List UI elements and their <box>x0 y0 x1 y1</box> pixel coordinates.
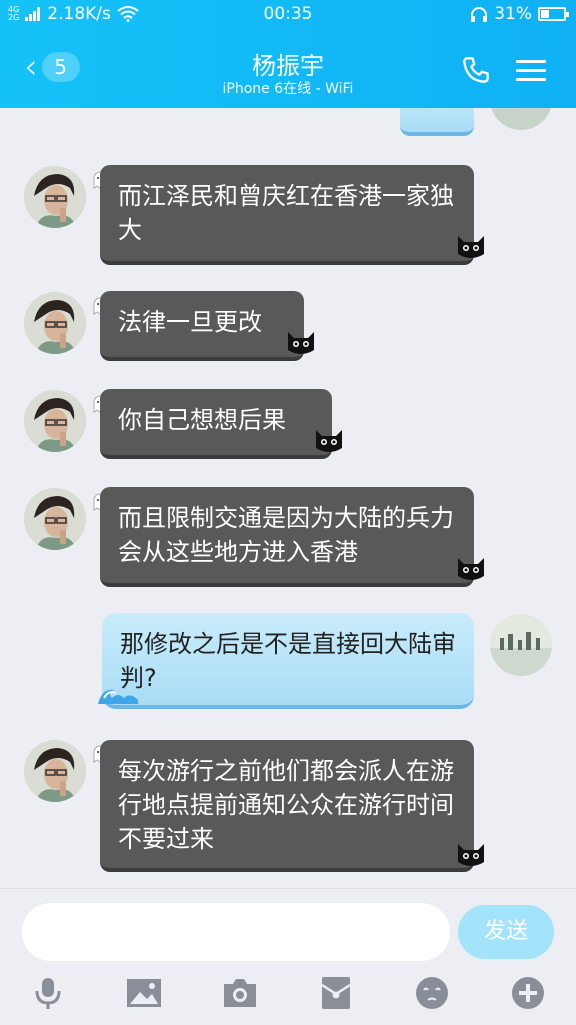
contact-avatar[interactable] <box>24 292 86 354</box>
message-list: 而江泽民和曾庆红在香港一家独大 法律一旦更改 你自己想想后果 而且限制交通是因为… <box>0 108 576 888</box>
camera-icon[interactable] <box>222 975 258 1011</box>
emoji-icon[interactable] <box>414 975 450 1011</box>
contact-avatar[interactable] <box>24 390 86 452</box>
contact-avatar[interactable] <box>24 488 86 550</box>
message-bubble-other[interactable]: 法律一旦更改 <box>100 291 304 361</box>
cat-decoration-icon <box>288 332 314 354</box>
cat-decoration-icon <box>458 558 484 580</box>
message-bubble-other[interactable]: 你自己想想后果 <box>100 389 332 459</box>
message-bubble-other[interactable]: 而且限制交通是因为大陆的兵力会从这些地方进入香港 <box>100 487 474 587</box>
toolbar <box>0 971 576 1017</box>
message-bubble-mine[interactable]: 那修改之后是不是直接回大陆审判? <box>102 613 474 709</box>
message-bubble-other[interactable]: 而江泽民和曾庆红在香港一家独大 <box>100 165 474 265</box>
input-bar: 发送 <box>0 888 576 1025</box>
message-input[interactable] <box>22 903 450 961</box>
wave-decoration-icon <box>98 689 138 704</box>
mic-icon[interactable] <box>30 975 66 1011</box>
message-bubble-other[interactable]: 每次游行之前他们都会派人在游行地点提前通知公众在游行时间不要过来 <box>100 740 474 872</box>
cat-decoration-icon <box>458 844 484 866</box>
headphones-icon <box>471 7 488 22</box>
send-button[interactable]: 发送 <box>458 905 554 959</box>
red-packet-icon[interactable] <box>318 975 354 1011</box>
plus-icon[interactable] <box>510 975 546 1011</box>
my-avatar[interactable] <box>490 108 552 130</box>
menu-button[interactable] <box>516 54 546 84</box>
status-bar: 4G 2G 2.18K/s 00:35 31% <box>0 0 576 30</box>
partial-my-bubble <box>400 108 474 136</box>
cat-decoration-icon <box>316 430 342 452</box>
contact-avatar[interactable] <box>24 740 86 802</box>
my-avatar[interactable] <box>490 614 552 676</box>
image-icon[interactable] <box>126 975 162 1011</box>
cat-decoration-icon <box>458 236 484 258</box>
phone-call-icon[interactable] <box>462 56 490 84</box>
chat-header: 4G 2G 2.18K/s 00:35 31% ‹ 5 杨振宇 iPhone 6… <box>0 0 576 108</box>
battery-percent: 31% <box>494 4 532 24</box>
contact-avatar[interactable] <box>24 166 86 228</box>
battery-icon <box>538 7 569 21</box>
